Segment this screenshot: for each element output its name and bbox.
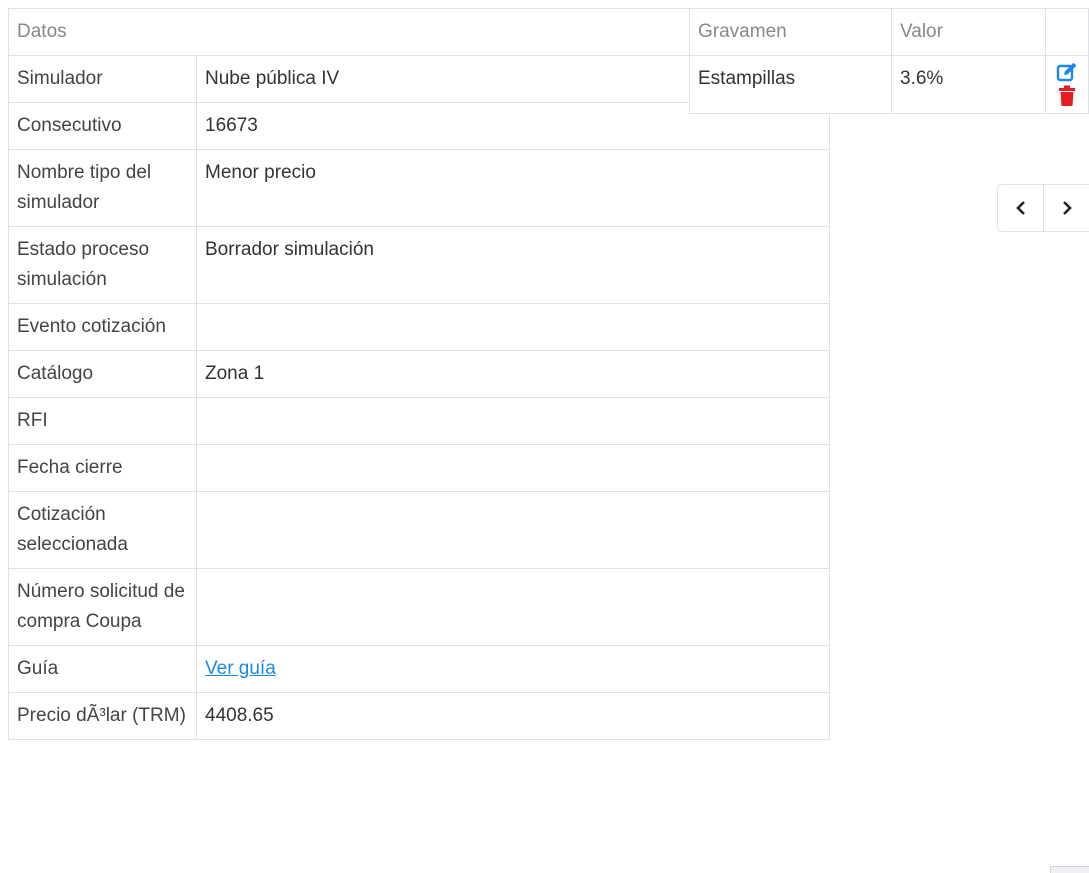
datos-table: Datos Simulador Nube pública IV Consecut… [8, 8, 830, 740]
valor-cell: 3.6% [891, 55, 1046, 114]
table-row: Fecha cierre [8, 444, 830, 492]
table-row: Precio dÃ³lar (TRM) 4408.65 [8, 692, 830, 740]
chevron-left-icon [1015, 201, 1025, 215]
row-label: Guía [8, 645, 197, 693]
row-value: 4408.65 [196, 692, 830, 740]
row-value: Borrador simulación [196, 226, 830, 304]
row-label: Nombre tipo del simulador [8, 149, 197, 227]
table-row: Nombre tipo del simulador Menor precio [8, 149, 830, 227]
partial-control [1050, 866, 1089, 873]
prev-page-button[interactable] [998, 185, 1043, 231]
table-row: Guía Ver guía [8, 645, 830, 693]
row-label: Precio dÃ³lar (TRM) [8, 692, 197, 740]
table-row: Cotización seleccionada [8, 491, 830, 569]
row-value: Zona 1 [196, 350, 830, 398]
gravamen-header-row: Gravamen Valor [689, 8, 1089, 56]
row-label: Fecha cierre [8, 444, 197, 492]
row-value [196, 303, 830, 351]
row-label: RFI [8, 397, 197, 445]
row-value: Menor precio [196, 149, 830, 227]
row-value: Ver guía [196, 645, 830, 693]
row-value [196, 491, 830, 569]
row-value [196, 397, 830, 445]
table-row: Catálogo Zona 1 [8, 350, 830, 398]
row-value [196, 568, 830, 646]
next-page-button[interactable] [1043, 185, 1089, 231]
trash-icon[interactable] [1058, 85, 1076, 107]
row-actions [1050, 62, 1084, 107]
valor-header: Valor [891, 8, 1046, 56]
actions-header [1045, 8, 1089, 56]
ver-guia-link[interactable]: Ver guía [205, 658, 276, 679]
table-row: Número solicitud de compra Coupa [8, 568, 830, 646]
row-label: Evento cotización [8, 303, 197, 351]
table-row: Evento cotización [8, 303, 830, 351]
gravamen-cell: Estampillas [689, 55, 892, 114]
row-label: Catálogo [8, 350, 197, 398]
table-row: Estado proceso simulación Borrador simul… [8, 226, 830, 304]
row-value [196, 444, 830, 492]
gravamen-header: Gravamen [689, 8, 892, 56]
page: Datos Simulador Nube pública IV Consecut… [0, 0, 1089, 873]
chevron-right-icon [1062, 201, 1072, 215]
table-row: Estampillas 3.6% [689, 55, 1089, 114]
row-label: Estado proceso simulación [8, 226, 197, 304]
actions-cell [1045, 55, 1089, 114]
row-label: Número solicitud de compra Coupa [8, 568, 197, 646]
row-label: Consecutivo [8, 102, 197, 150]
edit-icon[interactable] [1056, 62, 1078, 82]
table-row: RFI [8, 397, 830, 445]
row-label: Cotización seleccionada [8, 491, 197, 569]
gravamen-table: Gravamen Valor Estampillas 3.6% [689, 8, 1089, 114]
row-label: Simulador [8, 55, 197, 103]
pagination [997, 184, 1089, 232]
